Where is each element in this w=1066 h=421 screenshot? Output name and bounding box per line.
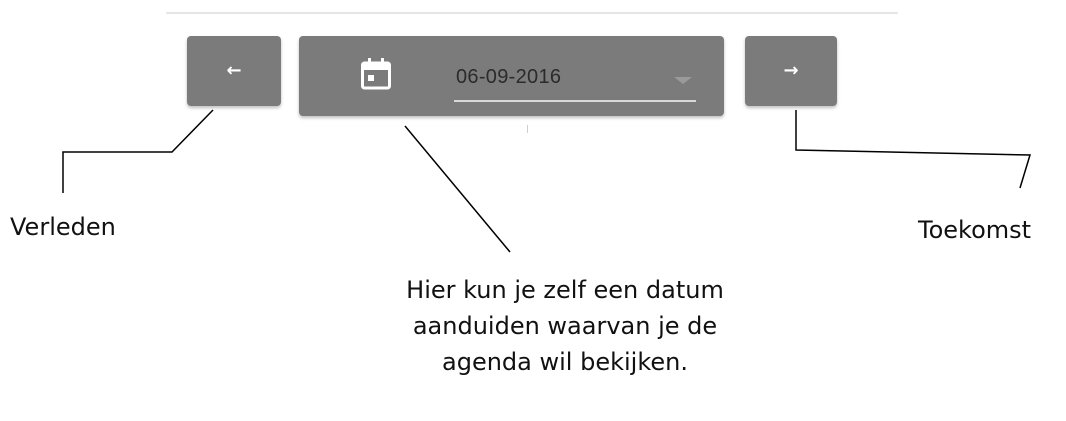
callout-line-past	[62, 109, 214, 193]
label-past: Verleden	[10, 213, 116, 241]
callout-line-future	[795, 110, 1032, 189]
callout-line-hint	[404, 125, 511, 253]
label-date-hint: Hier kun je zelf een datum aanduiden waa…	[406, 276, 724, 376]
label-future: Toekomst	[918, 216, 1032, 244]
